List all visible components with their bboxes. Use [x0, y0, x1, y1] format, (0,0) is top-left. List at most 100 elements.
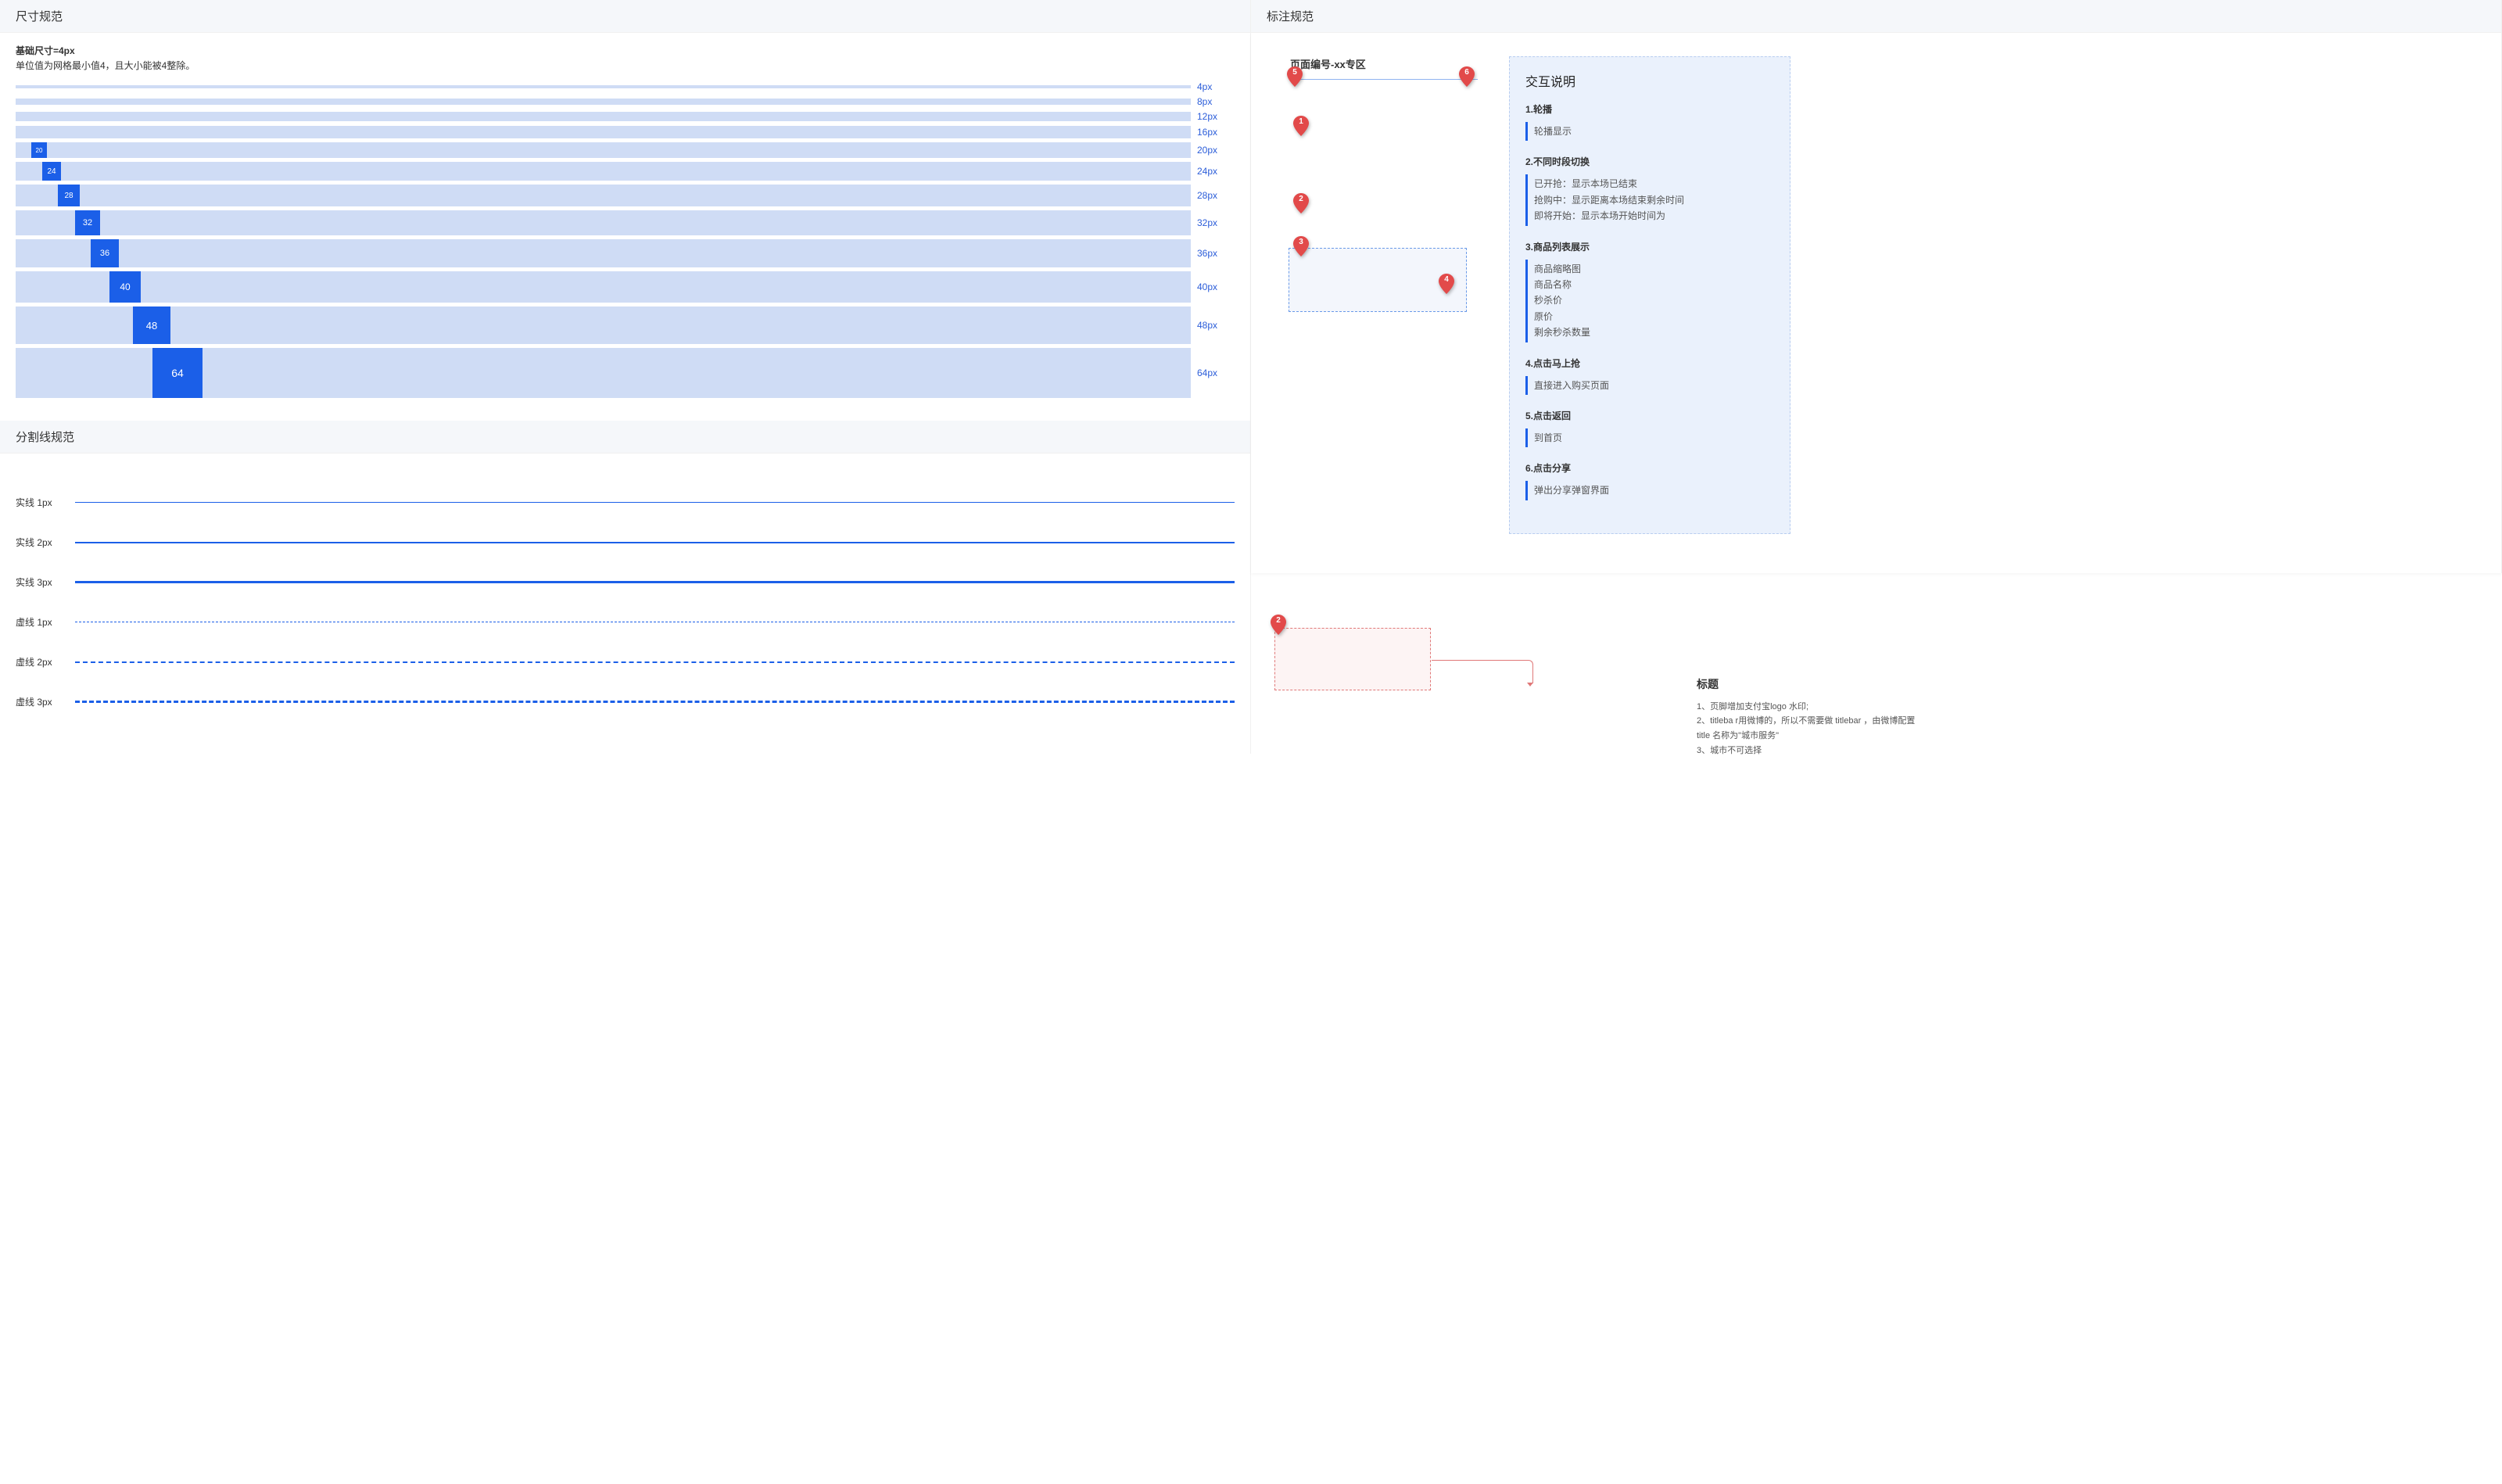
- size-row: 24 24px: [16, 162, 1235, 181]
- size-px-label: 24px: [1197, 166, 1235, 177]
- size-bar: [16, 85, 1191, 88]
- size-px-label: 32px: [1197, 217, 1235, 228]
- pin-number: 1: [1299, 117, 1303, 126]
- size-bar: [16, 271, 1191, 303]
- pin-number: 5: [1292, 68, 1297, 77]
- map-pin-icon: 5: [1287, 66, 1303, 87]
- size-spec-body: 基础尺寸=4px 单位值为网格最小值4，且大小能被4整除。 4px 8px 12px…: [0, 33, 1251, 421]
- bottom-note-region: 2 标题 1、页脚增加支付宝logo 水印; 2、titleba r用微博的，所…: [1251, 573, 2502, 790]
- size-row: 48 48px: [16, 306, 1235, 344]
- size-bar: [16, 142, 1191, 158]
- size-chunk: 28: [58, 185, 80, 206]
- pin-number: 2: [1276, 616, 1281, 625]
- size-row: 4px: [16, 81, 1235, 92]
- map-pin-icon: 2: [1271, 615, 1286, 635]
- size-desc-2: 单位值为网格最小值4，且大小能被4整除。: [16, 59, 1235, 73]
- size-bar: [16, 126, 1191, 138]
- pin-number: 2: [1299, 195, 1303, 203]
- pin-number: 3: [1299, 238, 1303, 246]
- annot-underline: [1290, 79, 1478, 80]
- interact-item-body: 轮播显示: [1525, 122, 1774, 141]
- divider-spec-title: 分割线规范: [0, 421, 1251, 453]
- size-spec-title: 尺寸规范: [0, 0, 1251, 33]
- divider-line: [75, 701, 1235, 703]
- size-bar: [16, 239, 1191, 267]
- interact-item: 5.点击返回到首页: [1525, 409, 1774, 447]
- size-px-label: 64px: [1197, 367, 1235, 378]
- map-pin-icon: 3: [1293, 236, 1309, 256]
- interact-item-head: 3.商品列表展示: [1525, 240, 1774, 253]
- size-px-label: 48px: [1197, 320, 1235, 331]
- annot-spec-title: 标注规范: [1251, 0, 2502, 33]
- map-pin-icon: 1: [1293, 116, 1309, 136]
- divider-row: 虚线 2px: [16, 655, 1235, 669]
- size-chunk: 24: [42, 162, 61, 181]
- size-row: 12px: [16, 111, 1235, 122]
- interact-item: 1.轮播轮播显示: [1525, 102, 1774, 141]
- interact-item: 2.不同时段切换已开抢：显示本场已结束 抢购中：显示距离本场结束剩余时间 即将开…: [1525, 155, 1774, 225]
- size-row: 32 32px: [16, 210, 1235, 235]
- interact-panel-title: 交互说明: [1525, 71, 1774, 90]
- size-row: 8px: [16, 96, 1235, 107]
- size-chunk: 48: [133, 306, 170, 344]
- size-row: 28 28px: [16, 185, 1235, 206]
- map-pin-icon: 4: [1439, 274, 1454, 294]
- interact-panel: 交互说明 1.轮播轮播显示 2.不同时段切换已开抢：显示本场已结束 抢购中：显示距…: [1509, 56, 1790, 534]
- map-pin-icon: 2: [1293, 193, 1309, 213]
- interact-item-head: 2.不同时段切换: [1525, 155, 1774, 168]
- pink-dashed-box: 2: [1274, 628, 1431, 690]
- interact-item-body: 商品缩略图 商品名称 秒杀价 原价 剩余秒杀数量: [1525, 260, 1774, 342]
- interact-item: 6.点击分享弹出分享弹窗界面: [1525, 461, 1774, 500]
- size-bar: [16, 185, 1191, 206]
- divider-label: 虚线 1px: [16, 615, 63, 629]
- size-row: 40 40px: [16, 271, 1235, 303]
- size-chunk: 64: [152, 348, 203, 398]
- size-px-label: 4px: [1197, 81, 1235, 92]
- size-desc-1: 基础尺寸=4px: [16, 44, 1235, 59]
- annot-mock-canvas: 页面编号-xx专区 5 6 1 2 3 4: [1290, 56, 1478, 447]
- size-chunk: 20: [31, 142, 47, 158]
- divider-row: 实线 3px: [16, 575, 1235, 589]
- divider-line: [75, 502, 1235, 503]
- divider-spec-body: 实线 1px 实线 2px 实线 3px 虚线 1px 虚线 2px 虚线 3px: [0, 453, 1251, 754]
- interact-item: 4.点击马上抢直接进入购买页面: [1525, 357, 1774, 395]
- size-px-label: 28px: [1197, 190, 1235, 201]
- size-px-label: 16px: [1197, 127, 1235, 138]
- interact-item-head: 1.轮播: [1525, 102, 1774, 116]
- size-chunk: 36: [91, 239, 119, 267]
- divider-label: 实线 2px: [16, 536, 63, 549]
- divider-line: [75, 542, 1235, 543]
- size-chunk: 32: [75, 210, 100, 235]
- divider-row: 虚线 1px: [16, 615, 1235, 629]
- interact-item-body: 弹出分享弹窗界面: [1525, 481, 1774, 500]
- interact-item: 3.商品列表展示商品缩略图 商品名称 秒杀价 原价 剩余秒杀数量: [1525, 240, 1774, 342]
- interact-item-head: 4.点击马上抢: [1525, 357, 1774, 370]
- size-row: 20 20px: [16, 142, 1235, 158]
- size-row: 36 36px: [16, 239, 1235, 267]
- size-bar: [16, 112, 1191, 121]
- size-bar: [16, 99, 1191, 105]
- divider-line: [75, 661, 1235, 663]
- divider-label: 实线 1px: [16, 496, 63, 509]
- map-pin-icon: 6: [1459, 66, 1475, 87]
- size-px-label: 36px: [1197, 248, 1235, 259]
- divider-label: 虚线 3px: [16, 695, 63, 708]
- interact-item-body: 已开抢：显示本场已结束 抢购中：显示距离本场结束剩余时间 即将开始：显示本场开始…: [1525, 174, 1774, 225]
- size-px-label: 12px: [1197, 111, 1235, 122]
- size-chunk: 40: [109, 271, 141, 303]
- pin-number: 4: [1444, 275, 1449, 284]
- note-title: 标题: [1697, 676, 1916, 692]
- interact-item-body: 直接进入购买页面: [1525, 376, 1774, 395]
- size-px-label: 20px: [1197, 145, 1235, 156]
- divider-label: 实线 3px: [16, 575, 63, 589]
- divider-label: 虚线 2px: [16, 655, 63, 669]
- size-px-label: 40px: [1197, 281, 1235, 292]
- divider-row: 虚线 3px: [16, 695, 1235, 708]
- divider-row: 实线 2px: [16, 536, 1235, 549]
- note-text: 1、页脚增加支付宝logo 水印; 2、titleba r用微博的，所以不需要做…: [1697, 700, 1916, 758]
- annot-page-label: 页面编号-xx专区: [1290, 56, 1478, 71]
- pin-number: 6: [1464, 68, 1469, 77]
- divider-row: 实线 1px: [16, 496, 1235, 509]
- size-px-label: 8px: [1197, 96, 1235, 107]
- size-row: 64 64px: [16, 348, 1235, 398]
